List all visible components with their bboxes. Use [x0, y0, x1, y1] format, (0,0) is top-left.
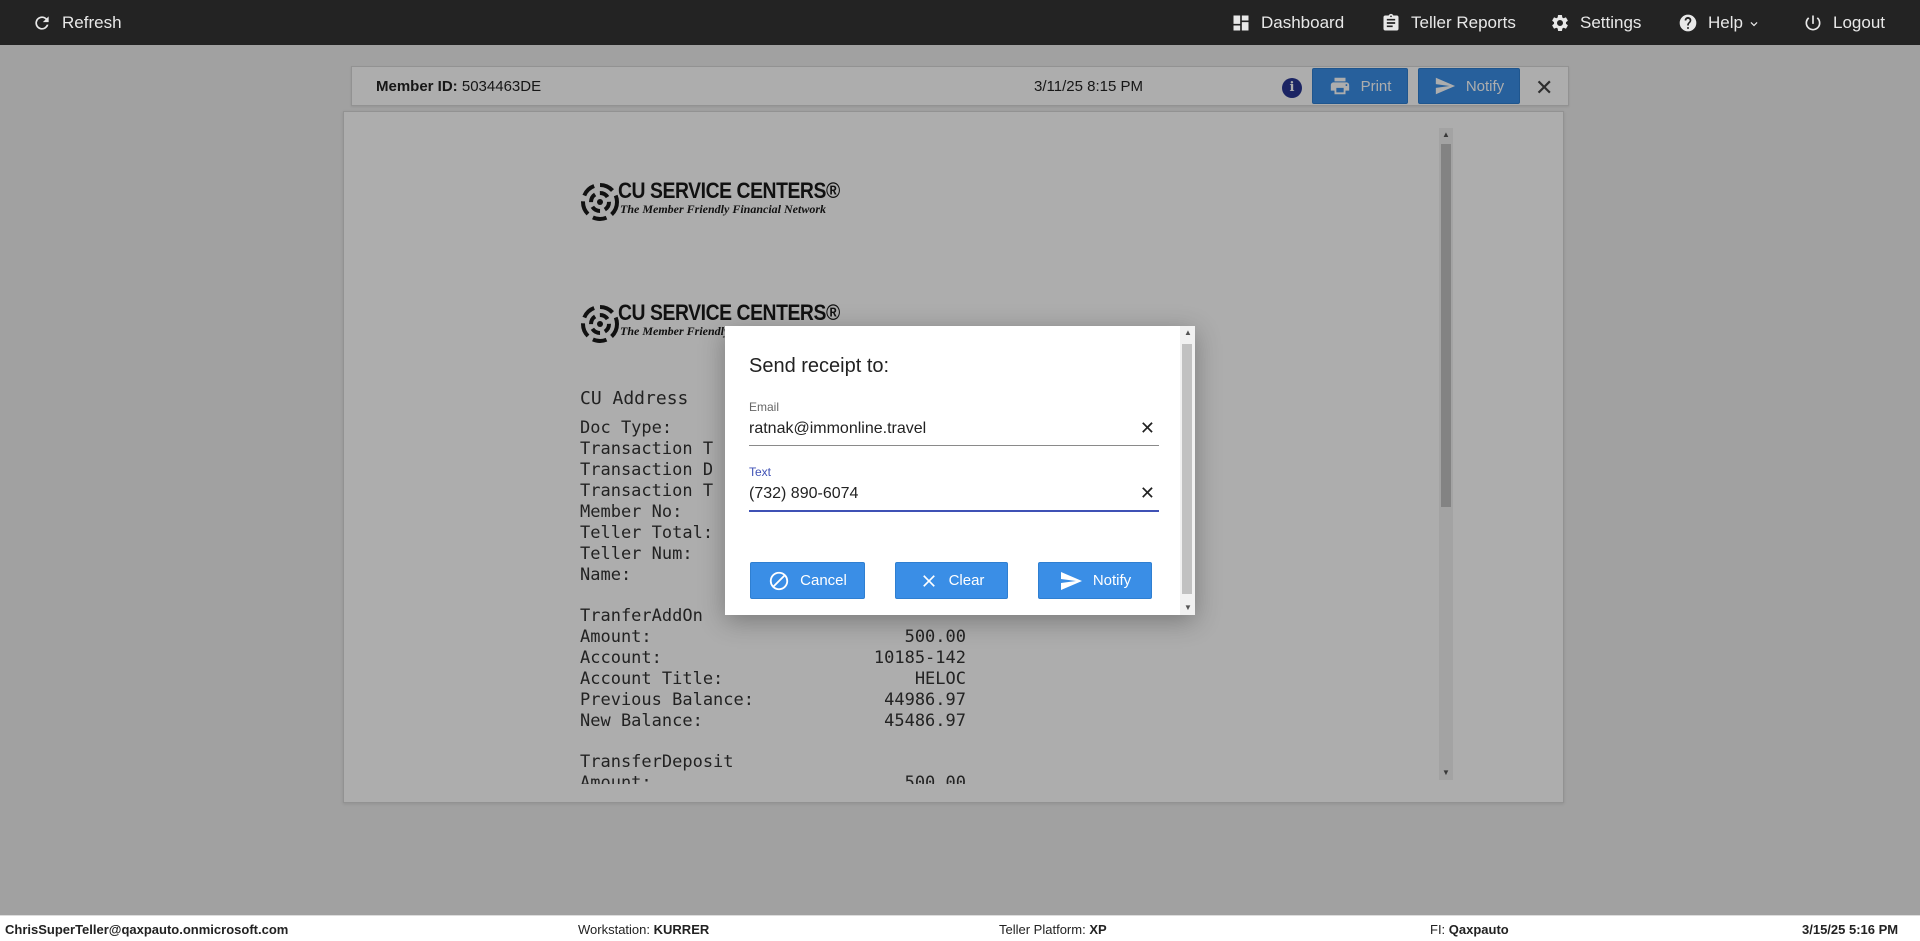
- nav-logout[interactable]: Logout: [1803, 0, 1885, 45]
- nav-help[interactable]: Help: [1678, 0, 1761, 45]
- text-field[interactable]: Text ✕: [749, 465, 1159, 512]
- refresh-icon: [35, 15, 49, 30]
- nav-teller-reports-label: Teller Reports: [1411, 12, 1516, 32]
- dialog-scrollbar[interactable]: ▲ ▼: [1180, 326, 1195, 615]
- email-label: Email: [749, 400, 780, 414]
- email-field[interactable]: Email ✕: [749, 400, 1159, 446]
- dialog-notify-button[interactable]: Notify: [1038, 562, 1152, 599]
- power-icon: [1805, 15, 1821, 30]
- cancel-button-label: Cancel: [800, 572, 847, 589]
- clear-button-label: Clear: [948, 572, 985, 589]
- status-workstation: Workstation: KURRER: [578, 922, 710, 937]
- text-label: Text: [749, 465, 772, 479]
- send-icon: [1060, 571, 1082, 590]
- email-input[interactable]: [749, 420, 1129, 438]
- status-datetime: 3/15/25 5:16 PM: [1802, 922, 1899, 937]
- clear-button[interactable]: Clear: [895, 562, 1008, 599]
- nav-dashboard-label: Dashboard: [1261, 12, 1345, 32]
- clear-text-icon[interactable]: ✕: [1140, 483, 1155, 504]
- refresh-button[interactable]: Refresh: [32, 0, 122, 45]
- cancel-button[interactable]: Cancel: [750, 562, 865, 599]
- refresh-label: Refresh: [62, 12, 122, 32]
- clipboard-icon: [1383, 13, 1399, 31]
- dashboard-icon: [1233, 15, 1249, 30]
- status-user: ChrisSuperTeller@qaxpauto.onmicrosoft.co…: [5, 922, 289, 937]
- scrollbar-thumb[interactable]: [1182, 344, 1192, 594]
- status-bar: ChrisSuperTeller@qaxpauto.onmicrosoft.co…: [0, 915, 1920, 941]
- nav-logout-label: Logout: [1833, 12, 1885, 32]
- top-navigation-bar: Refresh Dashboard Teller Reports Setting…: [0, 0, 1920, 45]
- clear-email-icon[interactable]: ✕: [1140, 418, 1155, 439]
- phone-input[interactable]: [749, 485, 1129, 503]
- dialog-notify-button-label: Notify: [1092, 572, 1132, 589]
- gear-icon: [1552, 14, 1568, 31]
- status-platform: Teller Platform: XP: [999, 922, 1107, 937]
- scroll-down-arrow-icon[interactable]: ▼: [1184, 603, 1192, 612]
- nav-settings[interactable]: Settings: [1550, 0, 1641, 45]
- nav-settings-label: Settings: [1580, 12, 1642, 32]
- scroll-up-arrow-icon[interactable]: ▲: [1184, 328, 1192, 337]
- help-icon: [1679, 14, 1697, 31]
- nav-teller-reports[interactable]: Teller Reports: [1381, 0, 1516, 45]
- text-underline: [749, 510, 1159, 512]
- dialog-title: Send receipt to:: [749, 355, 890, 377]
- email-underline: [749, 445, 1159, 446]
- send-receipt-dialog: Send receipt to: Email ✕ Text ✕ Cancel C…: [725, 326, 1195, 615]
- chevron-down-icon: [1750, 21, 1758, 26]
- nav-dashboard[interactable]: Dashboard: [1231, 0, 1344, 45]
- close-icon: [922, 574, 935, 587]
- status-fi: FI: Qaxpauto: [1430, 922, 1509, 937]
- nav-help-label: Help: [1708, 12, 1743, 32]
- cancel-icon: [769, 571, 789, 590]
